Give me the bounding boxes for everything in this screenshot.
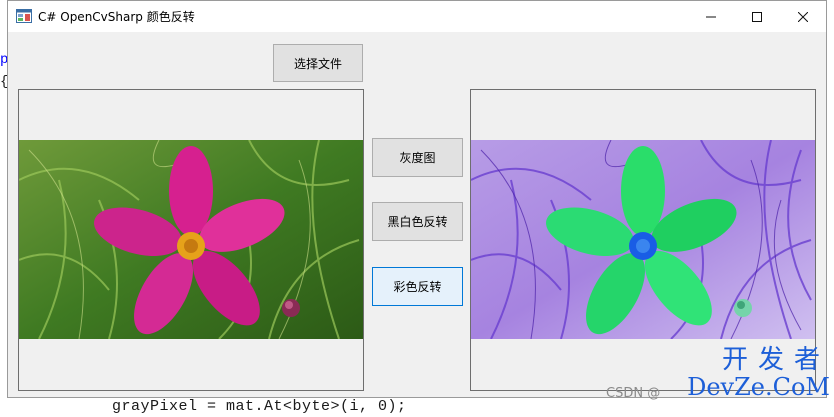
original-image-box [18, 89, 364, 391]
inverted-flower-image [471, 140, 815, 339]
watermark-en: DevZe.CoM [687, 373, 830, 401]
code-fragment-bottom: grayPixel = mat.At<byte>(i, 0); [112, 398, 407, 415]
select-file-button[interactable]: 选择文件 [273, 44, 363, 82]
devze-watermark: 开发者 DevZe.CoM [687, 346, 830, 400]
original-flower-image [19, 140, 363, 339]
csdn-watermark: CSDN @ [606, 386, 661, 401]
close-button[interactable] [780, 1, 826, 32]
grayscale-button[interactable]: 灰度图 [372, 138, 463, 177]
winform-app-icon [16, 9, 32, 23]
close-icon [798, 11, 808, 22]
app-window: C# OpenCvSharp 颜色反转 选择文件 灰度图 黑白色反转 彩色反转 [7, 0, 827, 398]
title-bar[interactable]: C# OpenCvSharp 颜色反转 [8, 1, 826, 32]
watermark-cn: 开发者 [721, 345, 830, 375]
maximize-icon [752, 11, 762, 22]
minimize-button[interactable] [688, 1, 734, 32]
color-invert-button[interactable]: 彩色反转 [372, 267, 463, 306]
window-title: C# OpenCvSharp 颜色反转 [38, 10, 195, 24]
minimize-icon [706, 16, 716, 17]
bw-invert-button[interactable]: 黑白色反转 [372, 202, 463, 241]
maximize-button[interactable] [734, 1, 780, 32]
